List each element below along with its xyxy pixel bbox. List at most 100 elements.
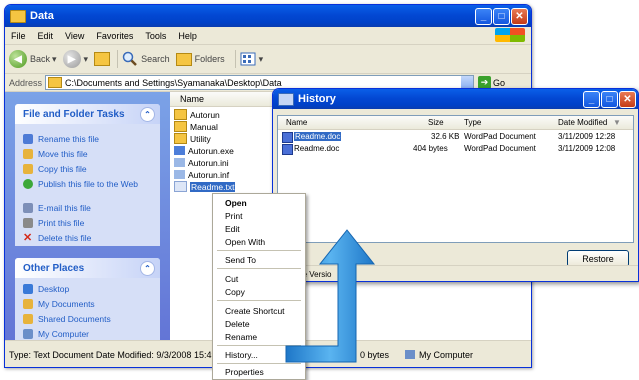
file-label: Autorun.ini (188, 157, 229, 168)
task-label: Copy this file (38, 164, 87, 174)
close-button[interactable]: ✕ (511, 8, 528, 25)
row-type: WordPad Document (464, 144, 536, 153)
col-date[interactable]: Date Modified (558, 118, 607, 127)
place-my-documents[interactable]: My Documents (15, 299, 160, 312)
search-label: Search (141, 54, 170, 64)
address-value: C:\Documents and Settings\Syamanaka\Desk… (65, 77, 282, 88)
close-button[interactable]: ✕ (619, 91, 636, 108)
task-copy[interactable]: Copy this file (15, 164, 160, 177)
history-row[interactable]: Readme.doc 404 bytes WordPad Document 3/… (278, 143, 633, 155)
history-row[interactable]: Readme.doc 32.6 KB WordPad Document 3/11… (278, 131, 633, 143)
toolbar: ◀ Back ▾ ▶ ▾ Search Folders ▾ (5, 45, 531, 74)
menu-item-print[interactable]: Print (225, 211, 242, 221)
menu-item-send-to[interactable]: Send To (225, 255, 256, 265)
menu-item-open[interactable]: Open (225, 198, 247, 208)
menu-item-copy[interactable]: Copy (225, 287, 245, 297)
place-label: My Computer (38, 329, 90, 339)
task-label: E-mail this file (38, 203, 91, 213)
title-bar[interactable]: Data _ □ ✕ (5, 5, 531, 27)
toolbar-separator (117, 50, 119, 68)
menu-favorites[interactable]: Favorites (90, 31, 139, 41)
maximize-button[interactable]: □ (601, 91, 618, 108)
views-button[interactable]: ▾ (240, 51, 263, 67)
globe-icon (23, 179, 33, 189)
file-item[interactable]: Autorun (174, 109, 220, 120)
col-name[interactable]: Name (286, 118, 307, 127)
other-places-header[interactable]: Other Places ⌃ (15, 258, 160, 278)
menu-item-history[interactable]: History... (225, 350, 258, 360)
menu-file[interactable]: File (5, 31, 32, 41)
task-label: Delete this file (38, 233, 92, 243)
menu-item-rename[interactable]: Rename (225, 332, 257, 342)
other-places-panel: Other Places ⌃ Desktop My Documents Shar… (15, 258, 160, 340)
folders-button[interactable]: Folders (175, 52, 225, 66)
file-label: Autorun (190, 109, 220, 120)
column-label: Name (180, 94, 205, 104)
window-title: Data (30, 10, 54, 22)
search-button[interactable]: Search (122, 51, 170, 67)
task-rename[interactable]: Rename this file (15, 134, 160, 147)
computer-icon (405, 350, 415, 359)
back-button[interactable]: ◀ Back ▾ (9, 50, 57, 68)
place-shared-documents[interactable]: Shared Documents (15, 314, 160, 327)
task-print[interactable]: Print this file (15, 218, 160, 231)
menu-item-edit[interactable]: Edit (225, 224, 240, 234)
menu-edit[interactable]: Edit (32, 31, 60, 41)
col-type[interactable]: Type (464, 118, 481, 127)
collapse-chevron-icon[interactable]: ⌃ (140, 107, 155, 122)
task-delete[interactable]: ✕ Delete this file (15, 233, 160, 246)
copy-icon (23, 164, 33, 174)
back-arrow-icon: ◀ (9, 50, 27, 68)
task-label: Print this file (38, 218, 85, 228)
collapse-chevron-icon[interactable]: ⌃ (140, 261, 155, 276)
sort-down-icon: ▼ (613, 118, 621, 127)
row-date: 3/11/2009 12:28 (558, 132, 616, 141)
row-size: 32.6 KB (431, 132, 460, 141)
go-label: Go (493, 77, 506, 88)
move-icon (23, 149, 33, 159)
menu-tools[interactable]: Tools (139, 31, 172, 41)
place-desktop[interactable]: Desktop (15, 284, 160, 297)
up-folder-icon[interactable] (94, 52, 111, 66)
search-icon (122, 51, 137, 66)
windows-logo-icon (495, 28, 525, 42)
ini-file-icon (174, 158, 185, 167)
menu-bar: File Edit View Favorites Tools Help (5, 27, 531, 45)
minimize-button[interactable]: _ (583, 91, 600, 108)
place-label: My Documents (38, 299, 95, 309)
file-item[interactable]: Autorun.inf (174, 169, 229, 180)
maximize-button[interactable]: □ (493, 8, 510, 25)
folder-icon (174, 109, 187, 120)
folder-icon (10, 9, 26, 23)
file-item[interactable]: Manual (174, 121, 218, 132)
menu-item-properties[interactable]: Properties (225, 367, 264, 377)
task-move[interactable]: Move this file (15, 149, 160, 162)
back-label: Back (30, 54, 51, 64)
history-column-headers: Name Size Type Date Modified ▼ (278, 116, 633, 130)
menu-help[interactable]: Help (172, 31, 203, 41)
file-item-selected[interactable]: Readme.txt (174, 181, 236, 192)
file-item[interactable]: Autorun.exe (174, 145, 234, 156)
minimize-button[interactable]: _ (475, 8, 492, 25)
menu-view[interactable]: View (59, 31, 90, 41)
file-folder-tasks-header[interactable]: File and Folder Tasks ⌃ (15, 104, 160, 124)
task-publish[interactable]: Publish this file to the Web (15, 179, 160, 201)
folders-icon (175, 52, 192, 66)
folders-label: Folders (194, 54, 225, 64)
file-item[interactable]: Autorun.ini (174, 157, 229, 168)
file-label: Readme.txt (190, 181, 236, 192)
forward-button[interactable]: ▶ ▾ (62, 50, 88, 68)
menu-item-delete[interactable]: Delete (225, 319, 250, 329)
menu-item-open-with[interactable]: Open With (225, 237, 265, 247)
history-title-bar[interactable]: History _ □ ✕ (273, 89, 638, 109)
text-file-icon (174, 181, 187, 192)
row-name: Readme.doc (294, 132, 342, 141)
menu-item-create-shortcut[interactable]: Create Shortcut (225, 306, 285, 316)
file-label: Manual (190, 121, 218, 132)
task-email[interactable]: E-mail this file (15, 203, 160, 216)
file-item[interactable]: Utility (174, 133, 211, 144)
status-location: My Computer (419, 349, 474, 360)
inf-file-icon (174, 170, 185, 179)
col-size[interactable]: Size (428, 118, 444, 127)
menu-item-cut[interactable]: Cut (225, 274, 238, 284)
